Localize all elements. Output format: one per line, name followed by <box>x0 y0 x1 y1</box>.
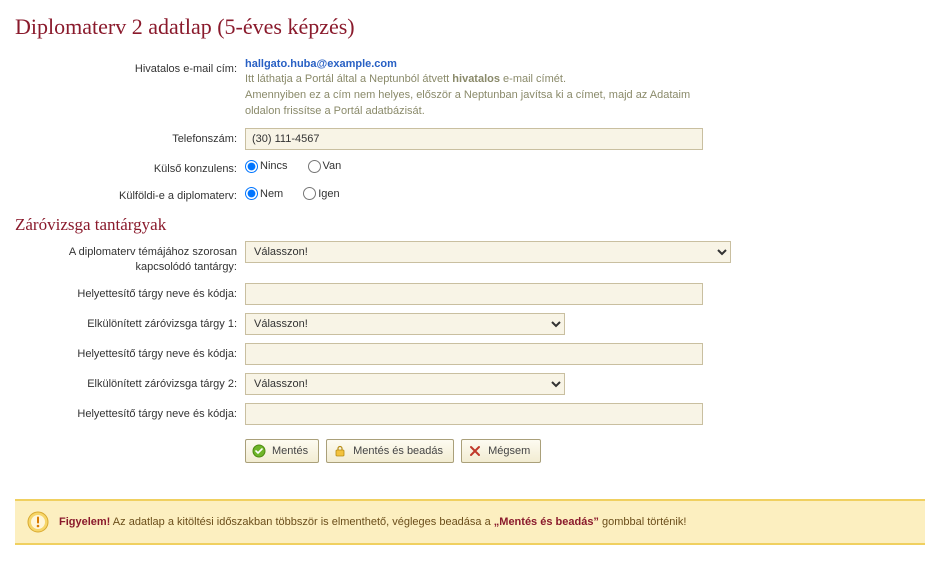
email-hint-pre: Itt láthatja a Portál által a Neptunból … <box>245 73 452 85</box>
cancel-button-label: Mégsem <box>488 445 530 457</box>
radio-foreign-no[interactable] <box>245 187 258 200</box>
close-icon <box>468 444 482 458</box>
row-exam1: Elkülönített záróvizsga tárgy 1: Válassz… <box>15 313 925 335</box>
label-substitute-1: Helyettesítő tárgy neve és kódja: <box>15 283 245 302</box>
exam2-select[interactable]: Válasszon! <box>245 373 565 395</box>
save-button[interactable]: Mentés <box>245 439 319 463</box>
cancel-button[interactable]: Mégsem <box>461 439 541 463</box>
related-subject-select[interactable]: Válasszon! <box>245 241 731 263</box>
label-exam1: Elkülönített záróvizsga tárgy 1: <box>15 313 245 332</box>
email-hint-2: Amennyiben ez a cím nem helyes, először … <box>245 89 690 117</box>
lock-icon <box>333 444 347 458</box>
substitute-3-input[interactable] <box>245 403 703 425</box>
email-hint-strong: hivatalos <box>452 73 500 85</box>
radio-extcons-yes-label[interactable]: Van <box>308 160 342 173</box>
external-consultant-radio-group: Nincs Van <box>245 158 925 173</box>
label-email: Hivatalos e-mail cím: <box>15 58 245 77</box>
section-exam-title: Záróvizsga tantárgyak <box>15 215 925 235</box>
row-buttons: Mentés Mentés és beadás Mégsem <box>15 433 925 463</box>
alert-strong: Figyelem! <box>59 516 110 528</box>
warning-icon <box>27 511 49 533</box>
radio-extcons-yes-text: Van <box>323 160 342 172</box>
foreign-radio-group: Nem Igen <box>245 185 925 200</box>
radio-foreign-yes-text: Igen <box>318 188 339 200</box>
save-and-submit-button-label: Mentés és beadás <box>353 445 443 457</box>
row-phone: Telefonszám: <box>15 128 925 150</box>
radio-foreign-yes[interactable] <box>303 187 316 200</box>
row-related-subject: A diplomaterv témájához szorosan kapcsol… <box>15 241 925 276</box>
row-substitute-1: Helyettesítő tárgy neve és kódja: <box>15 283 925 305</box>
radio-foreign-yes-label[interactable]: Igen <box>303 187 339 200</box>
row-exam2: Elkülönített záróvizsga tárgy 2: Válassz… <box>15 373 925 395</box>
label-external-consultant: Külső konzulens: <box>15 158 245 177</box>
row-substitute-3: Helyettesítő tárgy neve és kódja: <box>15 403 925 425</box>
check-circle-icon <box>252 444 266 458</box>
radio-extcons-none-text: Nincs <box>260 160 288 172</box>
alert-box: Figyelem! Az adatlap a kitöltési időszak… <box>15 499 925 545</box>
label-substitute-3: Helyettesítő tárgy neve és kódja: <box>15 403 245 422</box>
label-related-subject: A diplomaterv témájához szorosan kapcsol… <box>15 241 245 276</box>
substitute-1-input[interactable] <box>245 283 703 305</box>
save-and-submit-button[interactable]: Mentés és beadás <box>326 439 454 463</box>
phone-input[interactable] <box>245 128 703 150</box>
alert-part1: Az adatlap a kitöltési időszakban többsz… <box>110 516 493 528</box>
radio-foreign-no-label[interactable]: Nem <box>245 187 283 200</box>
label-exam2: Elkülönített záróvizsga tárgy 2: <box>15 373 245 392</box>
radio-extcons-none[interactable] <box>245 160 258 173</box>
page-title: Diplomaterv 2 adatlap (5-éves képzés) <box>15 14 925 40</box>
row-external-consultant: Külső konzulens: Nincs Van <box>15 158 925 177</box>
alert-text: Figyelem! Az adatlap a kitöltési időszak… <box>59 516 686 528</box>
exam1-select[interactable]: Válasszon! <box>245 313 565 335</box>
save-button-label: Mentés <box>272 445 308 457</box>
row-substitute-2: Helyettesítő tárgy neve és kódja: <box>15 343 925 365</box>
email-link[interactable]: hallgato.huba@example.com <box>245 58 397 70</box>
substitute-2-input[interactable] <box>245 343 703 365</box>
radio-extcons-none-label[interactable]: Nincs <box>245 160 288 173</box>
label-phone: Telefonszám: <box>15 128 245 147</box>
alert-part2: gombbal történik! <box>599 516 686 528</box>
row-foreign: Külföldi-e a diplomaterv: Nem Igen <box>15 185 925 204</box>
label-substitute-2: Helyettesítő tárgy neve és kódja: <box>15 343 245 362</box>
alert-strong2: „Mentés és beadás” <box>494 516 599 528</box>
email-hint-tail: e-mail címét. <box>500 73 566 85</box>
email-hint: Itt láthatja a Portál által a Neptunból … <box>245 72 705 120</box>
radio-foreign-no-text: Nem <box>260 188 283 200</box>
row-email: Hivatalos e-mail cím: hallgato.huba@exam… <box>15 58 925 120</box>
label-foreign: Külföldi-e a diplomaterv: <box>15 185 245 204</box>
radio-extcons-yes[interactable] <box>308 160 321 173</box>
